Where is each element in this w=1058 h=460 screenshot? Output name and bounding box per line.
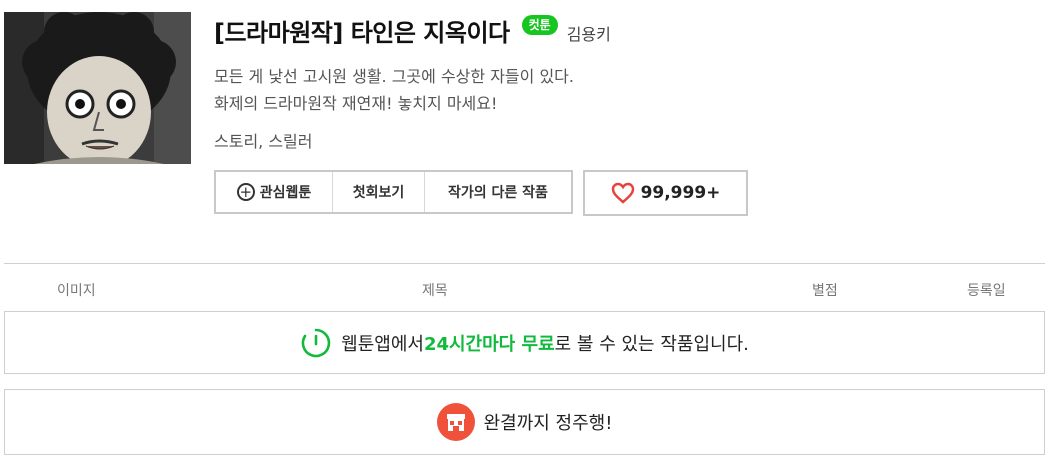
shop-icon — [436, 403, 475, 441]
description-line-1: 모든 게 낯선 고시원 생활. 그곳에 수상한 자들이 있다. — [214, 67, 574, 86]
other-works-label: 작가의 다른 작품 — [448, 185, 548, 201]
heart-icon — [611, 182, 634, 204]
header-title: 제목 — [422, 283, 448, 299]
free-every-24h-banner[interactable]: 웹툰앱에서 24시간마다 무료 로 볼 수 있는 작품입니다. — [4, 311, 1045, 374]
other-works-button[interactable]: 작가의 다른 작품 — [425, 172, 571, 212]
plus-circle-icon: + — [236, 183, 255, 201]
notice1-text-before: 웹툰앱에서 — [341, 333, 424, 355]
favorite-button[interactable]: + 관심웹툰 — [216, 172, 333, 212]
first-episode-label: 첫회보기 — [352, 185, 405, 201]
table-divider — [4, 263, 1045, 264]
header-image: 이미지 — [57, 283, 96, 299]
description-line-2: 화제의 드라마원작 재연재! 놓치지 마세요! — [214, 94, 498, 113]
timer-icon — [301, 328, 331, 357]
action-button-group: + 관심웹툰 첫회보기 작가의 다른 작품 — [214, 170, 573, 214]
webtoon-thumbnail[interactable] — [4, 12, 191, 164]
binge-to-end-banner[interactable]: 완결까지 정주행! — [4, 389, 1045, 455]
notice2-text: 완결까지 정주행! — [483, 413, 613, 434]
first-episode-button[interactable]: 첫회보기 — [333, 172, 425, 212]
header-rating: 별점 — [812, 283, 838, 299]
thumbnail-image — [4, 12, 191, 164]
author-name[interactable]: 김용키 — [567, 21, 611, 45]
cuttoon-badge: 컷툰 — [521, 15, 558, 35]
title-row: [드라마원작] 타인은 지옥이다 컷툰 김용키 — [214, 12, 611, 48]
favorite-button-label: 관심웹툰 — [259, 185, 312, 201]
webtoon-title: [드라마원작] 타인은 지옥이다 — [214, 18, 510, 47]
webtoon-description: 모든 게 낯선 고시원 생활. 그곳에 수상한 자들이 있다. 화제의 드라마원… — [214, 63, 574, 117]
notice1-text-after: 로 볼 수 있는 작품입니다. — [554, 333, 749, 355]
like-button[interactable]: 99,999+ — [583, 170, 748, 216]
header-date: 등록일 — [967, 283, 1006, 299]
like-count: 99,999+ — [640, 183, 721, 203]
genre-label: 스토리, 스릴러 — [214, 132, 313, 151]
notice1-highlight: 24시간마다 무료 — [423, 333, 555, 355]
